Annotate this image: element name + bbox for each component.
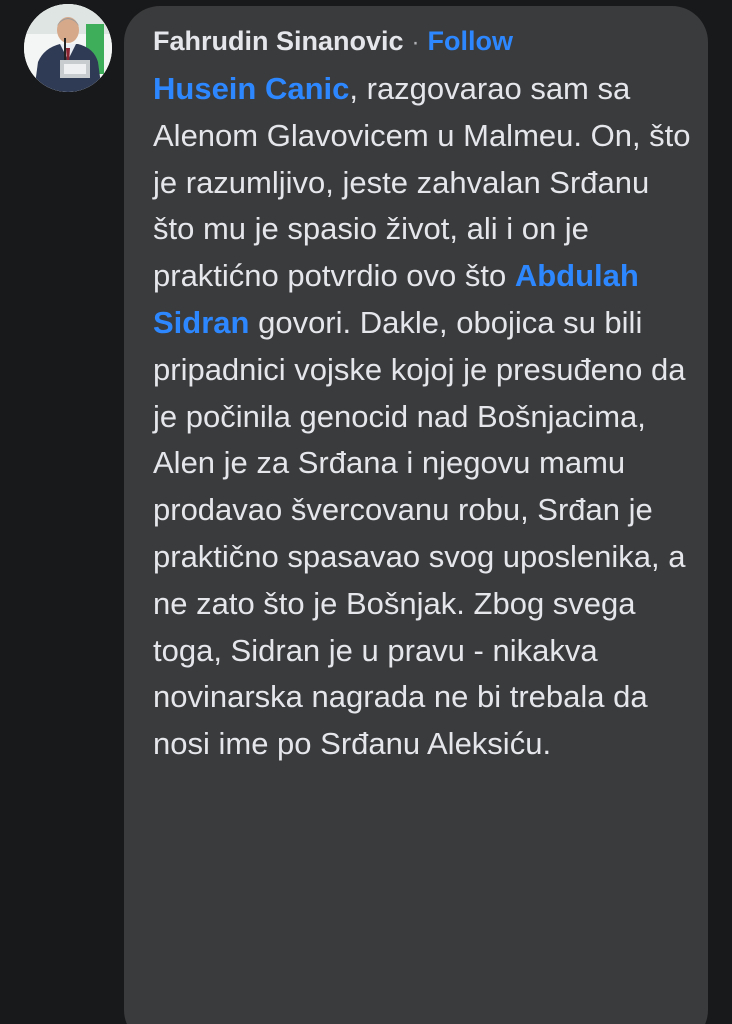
comment-body: Husein Canic, razgovarao sam sa Alenom G… <box>153 66 693 768</box>
mention-husein-canic[interactable]: Husein Canic <box>153 71 349 106</box>
avatar-photo <box>24 4 112 92</box>
comment-text-part-2: govori. Dakle, obojica su bili pripadnic… <box>153 304 686 762</box>
comment-bubble: Fahrudin Sinanovic · Follow Husein Canic… <box>124 6 708 1024</box>
separator-dot: · <box>411 29 420 56</box>
author-avatar[interactable] <box>24 4 112 92</box>
follow-button[interactable]: Follow <box>428 26 513 57</box>
author-name[interactable]: Fahrudin Sinanovic <box>153 26 404 57</box>
